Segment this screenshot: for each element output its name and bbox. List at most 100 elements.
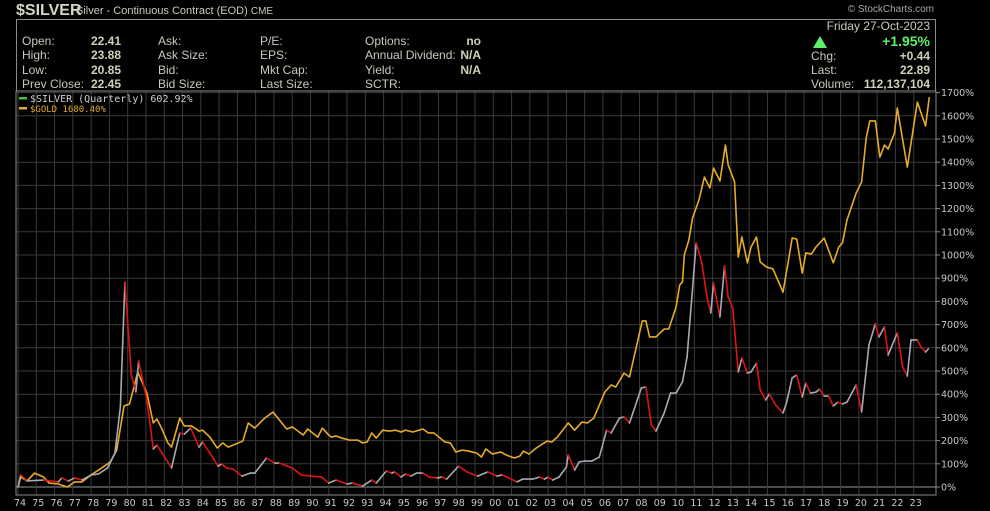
silver-line-segment [723, 265, 729, 298]
x-tick-label: 83 [178, 498, 190, 509]
silver-line-segment [241, 472, 251, 477]
silver-line-segment [253, 457, 268, 474]
silver-line-segment [428, 476, 439, 479]
silver-line-segment [755, 362, 761, 391]
y-tick-label: 1300% [941, 181, 974, 192]
x-tick-label: 86 [233, 498, 245, 509]
silver-line-segment [655, 412, 665, 432]
silver-line-segment [924, 348, 930, 353]
silver-line-segment [422, 472, 431, 478]
x-tick-label: 93 [361, 498, 373, 509]
silver-line-segment [774, 404, 784, 414]
y-tick-label: 0% [941, 483, 956, 494]
silver-line-segment [878, 326, 886, 338]
silver-line-segment [712, 282, 721, 318]
gold-legend-label: $GOLD 1680.40% [30, 105, 106, 115]
x-tick-label: 98 [453, 498, 465, 509]
silver-line-segment [731, 307, 740, 373]
silver-line-segment [916, 339, 922, 348]
silver-line-segment [809, 391, 817, 394]
silver-line-segment [351, 482, 364, 487]
silver-line-segment [404, 473, 412, 477]
x-tick-label: 84 [197, 498, 209, 509]
x-tick-label: 23 [910, 498, 922, 509]
x-tick-label: 87 [252, 498, 264, 509]
x-tick-label: 13 [727, 498, 739, 509]
silver-line-segment [486, 471, 498, 477]
y-tick-label: 1200% [941, 204, 974, 215]
silver-line-segment [496, 474, 504, 477]
x-tick-label: 99 [471, 498, 483, 509]
y-tick-label: 1600% [941, 111, 974, 122]
silver-line-segment [573, 461, 580, 471]
y-tick-label: 200% [941, 436, 968, 447]
x-tick-label: 80 [124, 498, 136, 509]
x-tick-label: 75 [32, 498, 44, 509]
silver-legend-label: $SILVER (Quarterly) 602.92% [30, 94, 193, 105]
silver-line-segment [410, 472, 418, 477]
x-tick-label: 03 [544, 498, 556, 509]
x-tick-label: 78 [87, 498, 99, 509]
y-tick-label: 1100% [941, 227, 974, 238]
silver-line-segment [291, 467, 303, 476]
x-tick-label: 02 [526, 498, 538, 509]
y-tick-label: 800% [941, 297, 968, 308]
silver-line-segment [547, 476, 554, 481]
x-tick-label: 76 [51, 498, 63, 509]
silver-line-segment [901, 366, 909, 377]
x-tick-label: 18 [818, 498, 830, 509]
silver-line-segment [681, 356, 688, 383]
y-tick-label: 500% [941, 367, 968, 378]
silver-line-segment [320, 476, 330, 484]
silver-line-segment [119, 281, 126, 408]
x-tick-label: 92 [343, 498, 355, 509]
x-tick-label: 08 [635, 498, 647, 509]
y-tick-label: 600% [941, 343, 968, 354]
silver-line-segment [860, 344, 870, 413]
x-tick-label: 91 [325, 498, 337, 509]
silver-line-segment [465, 471, 479, 477]
x-tick-label: 90 [306, 498, 318, 509]
silver-line-segment [73, 477, 83, 481]
x-tick-label: 06 [599, 498, 611, 509]
y-tick-label: 1400% [941, 158, 974, 169]
x-tick-label: 12 [709, 498, 721, 509]
x-tick-label: 14 [745, 498, 757, 509]
x-tick-label: 85 [215, 498, 227, 509]
x-tick-label: 19 [837, 498, 849, 509]
x-tick-label: 88 [270, 498, 282, 509]
x-tick-label: 95 [398, 498, 410, 509]
silver-line-segment [759, 389, 767, 401]
silver-line-segment [805, 382, 812, 394]
silver-line-segment [827, 395, 835, 407]
x-tick-label: 82 [160, 498, 172, 509]
silver-line-segment [675, 381, 684, 394]
silver-line-segment [375, 470, 388, 484]
silver-line-segment [695, 242, 703, 263]
price-chart: 0% 100% 200% 300% 400% 500% 600% 700% 800% 900% 10… [14, 88, 974, 509]
silver-line-segment [846, 384, 857, 403]
y-tick-label: 400% [941, 390, 968, 401]
x-tick-label: 01 [508, 498, 520, 509]
y-tick-label: 1000% [941, 251, 974, 262]
x-axis: 74 75 76 77 78 79 80 81 82 83 84 85 86 87 88 89 90 91 92 93… [14, 498, 922, 509]
x-tick-label: 97 [434, 498, 446, 509]
silver-line-segment [700, 261, 708, 299]
y-axis: 0% 100% 200% 300% 400% 500% 600% 700% 800% 900% 10… [936, 88, 974, 494]
x-tick-label: 09 [654, 498, 666, 509]
silver-line-segment [170, 432, 181, 469]
silver-legend-swatch [19, 97, 27, 100]
x-tick-label: 10 [672, 498, 684, 509]
x-tick-label: 00 [489, 498, 501, 509]
silver-line-segment [183, 427, 192, 435]
silver-line-segment [26, 479, 45, 482]
silver-line-segment [610, 417, 621, 434]
silver-line-segment [737, 357, 743, 373]
silver-line-segment [795, 374, 804, 398]
y-tick-label: 700% [941, 320, 968, 331]
grid [16, 91, 936, 495]
silver-line-segment [868, 323, 877, 346]
x-tick-label: 11 [690, 498, 702, 509]
silver-line-segment [719, 265, 726, 318]
x-tick-label: 04 [562, 498, 574, 509]
